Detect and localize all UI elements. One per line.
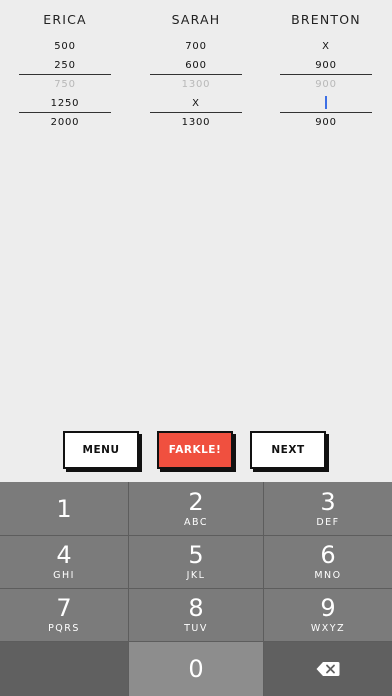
key-letters: JKL bbox=[186, 570, 206, 581]
subtotal-cell: 750 bbox=[54, 79, 76, 90]
key-digit: 8 bbox=[188, 594, 204, 622]
key-letters: PQRS bbox=[48, 623, 80, 634]
key-3[interactable]: 3 DEF bbox=[264, 482, 392, 535]
key-2[interactable]: 2 ABC bbox=[129, 482, 263, 535]
key-1[interactable]: 1 bbox=[0, 482, 128, 535]
key-letters: TUV bbox=[184, 623, 208, 634]
next-button[interactable]: NEXT bbox=[250, 431, 326, 469]
key-letters: ABC bbox=[184, 516, 208, 528]
key-letters: GHI bbox=[53, 570, 75, 581]
key-4[interactable]: 4 GHI bbox=[0, 536, 128, 588]
key-digit: 0 bbox=[188, 655, 204, 683]
key-digit: 1 bbox=[56, 494, 72, 523]
key-digit: 6 bbox=[320, 541, 336, 569]
score-input[interactable] bbox=[280, 94, 372, 113]
menu-button[interactable]: MENU bbox=[63, 431, 139, 469]
score-cell[interactable]: 900 bbox=[280, 56, 372, 75]
score-cell[interactable]: 700 bbox=[150, 37, 242, 56]
key-digit: 5 bbox=[188, 541, 204, 569]
key-8[interactable]: 8 TUV bbox=[129, 589, 263, 641]
subtotal-cell: 900 bbox=[315, 79, 337, 90]
score-cell[interactable]: 600 bbox=[150, 56, 242, 75]
score-cell[interactable]: X bbox=[150, 94, 242, 113]
player-name: ERICA bbox=[43, 12, 87, 27]
key-5[interactable]: 5 JKL bbox=[129, 536, 263, 588]
key-letters: DEF bbox=[316, 516, 340, 528]
key-digit: 9 bbox=[320, 594, 336, 622]
total-cell: 1300 bbox=[181, 117, 211, 128]
score-cell[interactable]: 500 bbox=[19, 37, 111, 56]
player-name: BRENTON bbox=[291, 12, 361, 27]
backspace-icon bbox=[316, 662, 340, 676]
subtotal-cell: 1300 bbox=[181, 79, 211, 90]
key-9[interactable]: 9 WXYZ bbox=[264, 589, 392, 641]
total-cell: 2000 bbox=[50, 117, 80, 128]
scoreboard: ERICA 500 250 750 1250 2000 SARAH 700 60… bbox=[0, 0, 392, 140]
key-letters: MNO bbox=[314, 570, 342, 581]
key-7[interactable]: 7 PQRS bbox=[0, 589, 128, 641]
score-list: 500 250 750 1250 2000 bbox=[19, 37, 111, 132]
score-list: X 900 900 900 bbox=[280, 37, 372, 132]
key-digit: 2 bbox=[188, 487, 204, 516]
score-cell[interactable]: X bbox=[280, 37, 372, 56]
key-digit: 4 bbox=[56, 541, 72, 569]
key-6[interactable]: 6 MNO bbox=[264, 536, 392, 588]
total-cell: 900 bbox=[315, 117, 337, 128]
score-cell[interactable]: 250 bbox=[19, 56, 111, 75]
player-name: SARAH bbox=[171, 12, 221, 27]
player-column-erica: ERICA 500 250 750 1250 2000 bbox=[19, 0, 111, 132]
key-digit: 7 bbox=[56, 594, 72, 622]
player-column-brenton: BRENTON X 900 900 900 bbox=[280, 0, 372, 132]
backspace-key[interactable] bbox=[264, 642, 392, 696]
score-cell[interactable]: 1250 bbox=[19, 94, 111, 113]
key-digit: 3 bbox=[320, 487, 336, 516]
key-blank bbox=[0, 642, 128, 696]
key-letters: WXYZ bbox=[310, 623, 346, 634]
text-caret bbox=[325, 95, 327, 109]
numeric-keypad: 1 2 ABC 3 DEF 4 GHI 5 JKL 6 MNO 7 PQRS 8… bbox=[0, 482, 392, 696]
action-bar: MENU FARKLE! NEXT bbox=[0, 431, 392, 471]
farkle-button[interactable]: FARKLE! bbox=[157, 431, 233, 469]
score-list: 700 600 1300 X 1300 bbox=[150, 37, 242, 132]
key-0[interactable]: 0 bbox=[129, 642, 263, 696]
player-column-sarah: SARAH 700 600 1300 X 1300 bbox=[150, 0, 242, 132]
